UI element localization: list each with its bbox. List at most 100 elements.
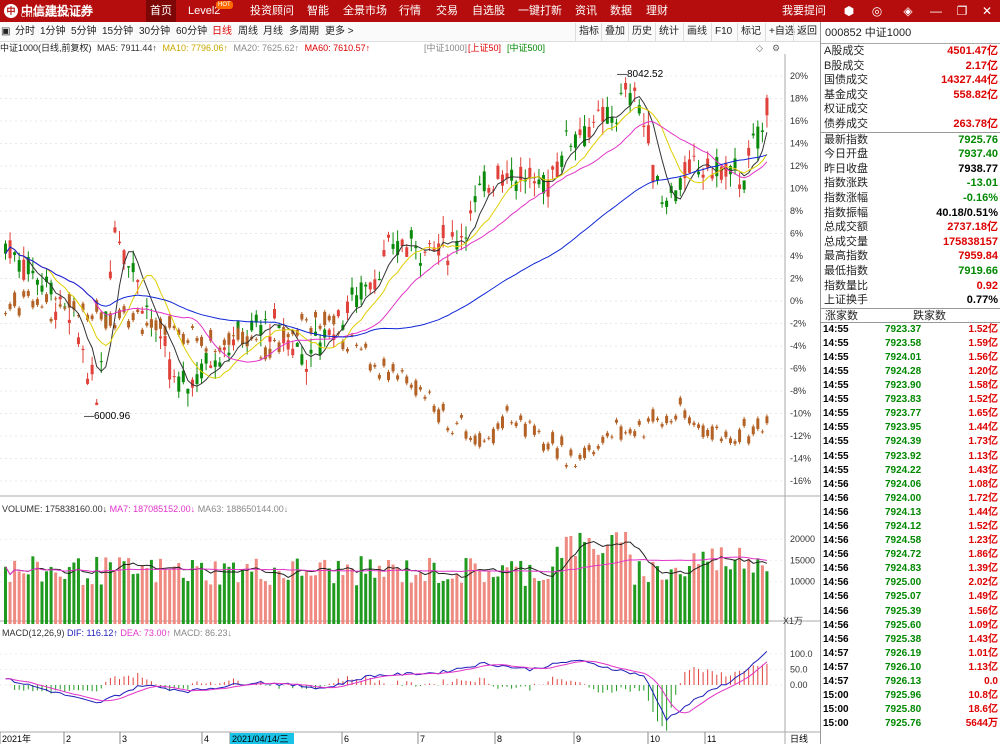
tick-row[interactable]: 14:55 7923.37 1.52亿 — [821, 323, 1000, 337]
candle — [300, 354, 304, 365]
overlay-candle — [528, 421, 532, 423]
tick-list[interactable]: 14:55 7923.37 1.52亿 14:55 7923.58 1.59亿 14:55 7… — [821, 321, 1000, 732]
menu-watchlist[interactable]: 自选股 — [472, 0, 505, 22]
tick-row[interactable]: 14:57 7926.10 1.13亿 — [821, 661, 1000, 675]
volume-bar — [573, 556, 577, 624]
candle — [742, 180, 746, 190]
tick-row[interactable]: 14:55 7923.83 1.52亿 — [821, 393, 1000, 407]
menu-home[interactable]: 首页 — [146, 0, 176, 22]
tick-row[interactable]: 14:55 7923.92 1.13亿 — [821, 450, 1000, 464]
candle — [532, 181, 536, 184]
candle — [660, 202, 664, 204]
kline-chart-svg[interactable]: 20% 18% 16% 14% 12% 10% 8% 6% 4% 2% 0% -2% -4% -6% -8%… — [0, 54, 820, 744]
period-more[interactable]: 更多 > — [325, 24, 354, 40]
tick-row[interactable]: 14:56 7924.00 1.72亿 — [821, 492, 1000, 506]
overlay-tag-csi500[interactable]: [中证500] — [507, 42, 545, 54]
tick-row[interactable]: 14:56 7924.58 1.23亿 — [821, 534, 1000, 548]
tick-row[interactable]: 14:56 7924.12 1.52亿 — [821, 520, 1000, 534]
overlay-candle — [300, 313, 304, 320]
stat-row: 国债成交 14327.44亿 — [821, 73, 1000, 88]
tick-price: 7926.19 — [885, 647, 922, 659]
tick-row[interactable]: 14:56 7924.83 1.39亿 — [821, 562, 1000, 576]
menu-smart[interactable]: 智能 — [307, 0, 329, 22]
tick-row[interactable]: 15:00 7925.96 10.8亿 — [821, 689, 1000, 703]
tool-f10[interactable]: F10 — [711, 23, 735, 41]
volume-bar — [99, 584, 103, 624]
tick-row[interactable]: 14:56 7925.00 2.02亿 — [821, 576, 1000, 590]
volume-tick-label: 10000 — [790, 577, 815, 587]
sidebar-toggle-icon[interactable]: ▣ — [1, 24, 10, 40]
tick-row[interactable]: 14:57 7926.19 1.01亿 — [821, 647, 1000, 661]
overlay-candle — [282, 327, 286, 338]
stat-row: 权证成交 — [821, 102, 1000, 117]
tick-row[interactable]: 14:56 7925.38 1.43亿 — [821, 633, 1000, 647]
tick-row[interactable]: 14:55 7923.95 1.44亿 — [821, 421, 1000, 435]
tool-overlay[interactable]: 叠加 — [601, 23, 628, 41]
menu-news[interactable]: 资讯 — [575, 0, 597, 22]
tick-row[interactable]: 14:55 7923.77 1.65亿 — [821, 407, 1000, 421]
tool-history[interactable]: 历史 — [628, 23, 655, 41]
menu-advisor[interactable]: 投资顾问 — [250, 0, 294, 22]
menu-trade[interactable]: 交易 — [436, 0, 458, 22]
tool-stats[interactable]: 统计 — [655, 23, 682, 41]
quote-row: 指数量比 0.92 — [821, 279, 1000, 294]
menu-quotes[interactable]: 行情 — [399, 0, 421, 22]
settings-icon[interactable]: ⚙ — [772, 42, 780, 54]
tool-back[interactable]: 返回 — [793, 23, 820, 41]
period-weekly[interactable]: 周线 — [238, 24, 258, 40]
skin-icon[interactable]: ◈ — [901, 4, 915, 18]
period-daily[interactable]: 日线 — [212, 24, 232, 40]
menu-panorama[interactable]: 全景市场 — [343, 0, 387, 22]
tool-indicator[interactable]: 指标 — [575, 23, 602, 41]
stat-key: 国债成交 — [824, 74, 868, 87]
ask-question-link[interactable]: 我要提问 — [782, 0, 826, 22]
period-timeshare[interactable]: 分时 — [15, 24, 35, 40]
period-monthly[interactable]: 月线 — [263, 24, 283, 40]
tick-row[interactable]: 14:55 7924.22 1.43亿 — [821, 464, 1000, 478]
period-multi[interactable]: 多周期 — [289, 24, 319, 40]
kline-chart-area[interactable]: 20% 18% 16% 14% 12% 10% 8% 6% 4% 2% 0% -2% -4% -6% -8%… — [0, 54, 820, 744]
overlay-candle — [200, 336, 204, 346]
cube-icon[interactable]: ⬢ — [842, 4, 856, 18]
overlay-tag-sse50[interactable]: [上证50] — [468, 42, 501, 54]
tick-row[interactable]: 14:57 7926.13 0.0 — [821, 675, 1000, 689]
period-60min[interactable]: 60分钟 — [176, 24, 207, 40]
menu-ipo[interactable]: 一键打新 — [518, 0, 562, 22]
tick-row[interactable]: 14:56 7925.39 1.56亿 — [821, 605, 1000, 619]
tick-row[interactable]: 15:00 7925.76 5644万 — [821, 717, 1000, 731]
minimize-icon[interactable]: — — [929, 4, 943, 18]
stat-value: 558.82亿 — [953, 88, 998, 101]
overlay-candle — [314, 312, 318, 318]
period-1min[interactable]: 1分钟 — [40, 24, 66, 40]
tick-row[interactable]: 14:56 7925.07 1.49亿 — [821, 590, 1000, 604]
diamond-icon[interactable]: ◇ — [756, 42, 763, 54]
tick-row[interactable]: 14:56 7924.72 1.86亿 — [821, 548, 1000, 562]
tick-row[interactable]: 14:55 7924.39 1.73亿 — [821, 435, 1000, 449]
tick-row[interactable]: 14:55 7924.01 1.56亿 — [821, 351, 1000, 365]
period-30min[interactable]: 30分钟 — [139, 24, 170, 40]
restore-icon[interactable]: ❐ — [955, 4, 969, 18]
user-icon[interactable]: ◎ — [870, 4, 884, 18]
close-icon[interactable]: ✕ — [980, 4, 994, 18]
menu-data[interactable]: 数据 — [610, 0, 632, 22]
tick-row[interactable]: 14:55 7924.28 1.20亿 — [821, 365, 1000, 379]
menu-wealth[interactable]: 理财 — [646, 0, 668, 22]
tool-mark[interactable]: 标记 — [737, 23, 764, 41]
tick-row[interactable]: 14:56 7925.60 1.09亿 — [821, 619, 1000, 633]
tool-draw[interactable]: 画线 — [683, 23, 710, 41]
candle — [186, 388, 190, 394]
tick-row[interactable]: 14:56 7924.06 1.08亿 — [821, 478, 1000, 492]
period-5min[interactable]: 5分钟 — [71, 24, 97, 40]
tick-row[interactable]: 14:56 7924.13 1.44亿 — [821, 506, 1000, 520]
period-15min[interactable]: 15分钟 — [102, 24, 133, 40]
overlay-tag-csi1000[interactable]: [中证1000] — [424, 42, 467, 54]
overlay-candle — [254, 339, 258, 341]
overlay-candle — [99, 312, 103, 320]
tick-row[interactable]: 14:55 7923.58 1.59亿 — [821, 337, 1000, 351]
tick-row[interactable]: 14:55 7923.90 1.58亿 — [821, 379, 1000, 393]
candle — [738, 184, 742, 189]
candle — [519, 166, 523, 181]
overlay-candle — [719, 438, 723, 442]
volume-bar — [181, 577, 185, 624]
tick-row[interactable]: 15:00 7925.80 18.6亿 — [821, 703, 1000, 717]
